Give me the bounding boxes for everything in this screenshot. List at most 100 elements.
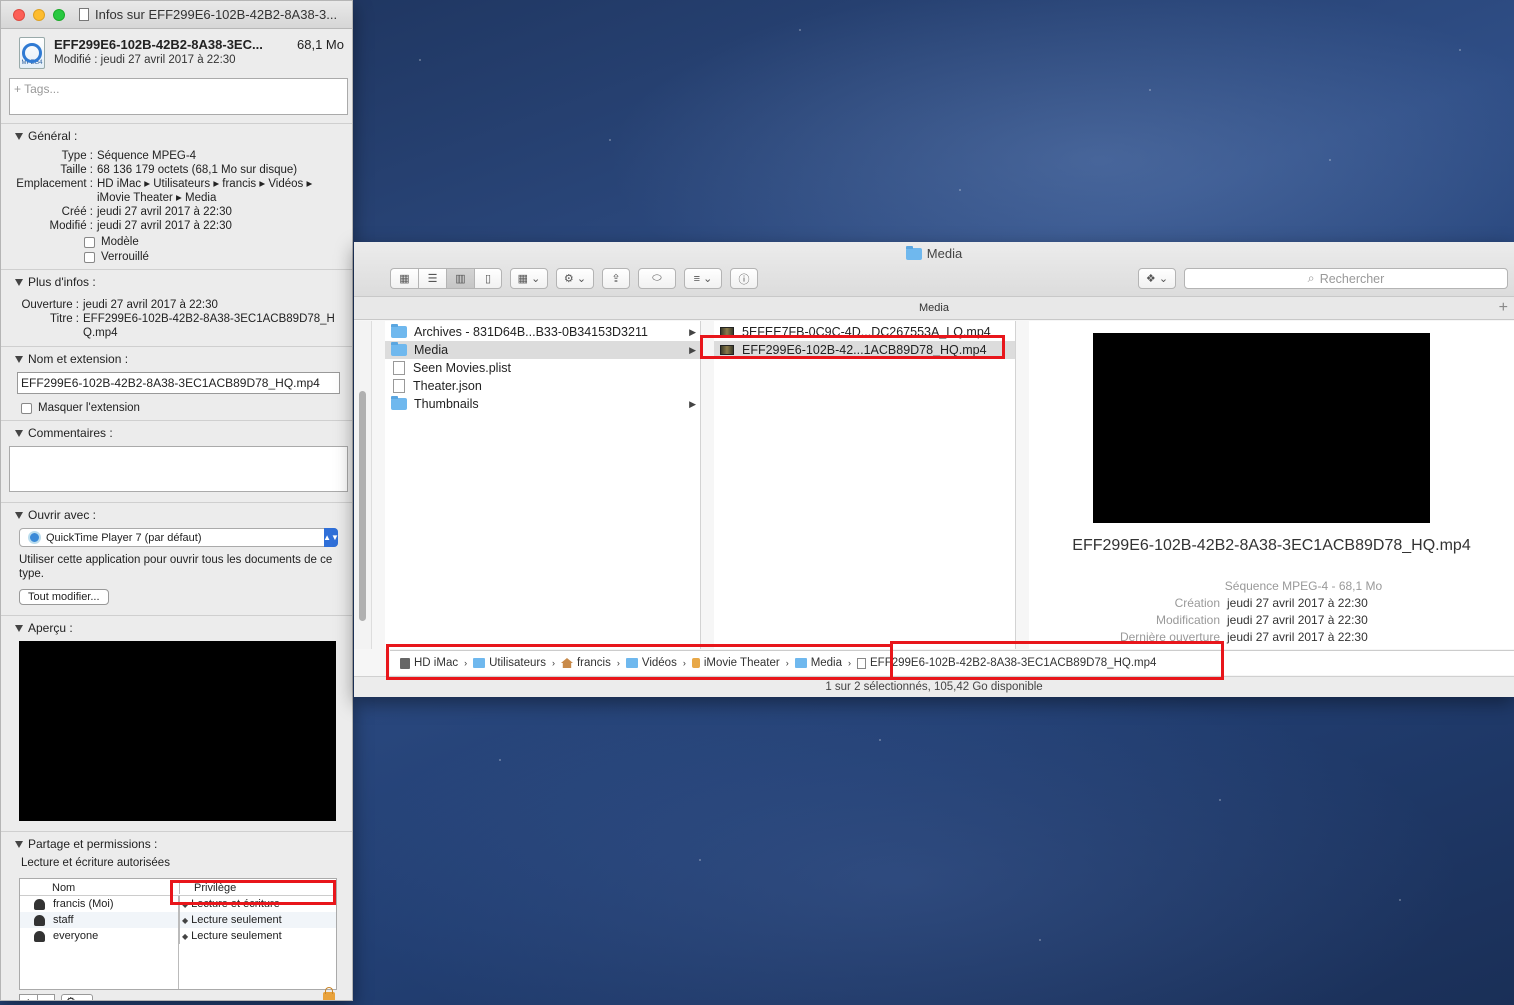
remove-user-button[interactable]: − — [38, 995, 55, 1000]
preview-image — [19, 641, 336, 821]
hard-disk-icon — [400, 657, 410, 669]
arrange-icon[interactable]: ▦ ⌄ — [510, 268, 548, 289]
preview-disclosure[interactable]: Aperçu : — [1, 621, 352, 635]
select-arrows-icon[interactable]: ▲▼ — [323, 528, 339, 547]
general-disclosure[interactable]: Général : — [1, 129, 352, 143]
column-view-icon[interactable]: ▥ — [446, 268, 474, 289]
folder-icon — [391, 396, 407, 410]
type-value: Séquence MPEG-4 — [97, 150, 197, 162]
document-icon — [857, 657, 867, 669]
preview-metadata: Séquence MPEG-4 - 68,1 Mo Création jeudi … — [1029, 579, 1514, 646]
permission-summary: Lecture et écriture autorisées — [21, 857, 170, 869]
close-icon[interactable] — [13, 8, 25, 21]
status-bar: 1 sur 2 sélectionnés, 105,42 Go disponib… — [354, 676, 1514, 697]
file-icon — [393, 379, 405, 393]
section-title: Commentaires : — [28, 426, 113, 440]
disclosure-triangle-icon[interactable] — [15, 132, 23, 140]
column-imovie-theater: Archives - 831D64B...B33-0B34153D3211 ▶ M… — [385, 321, 701, 649]
add-tab-button[interactable]: + — [1499, 297, 1508, 319]
list-item[interactable]: 5EFEE7FB-0C9C-4D...DC267553A_LQ.mp4 — [714, 323, 1015, 341]
list-item[interactable]: Theater.json — [385, 377, 700, 395]
section-title: Nom et extension : — [28, 352, 129, 366]
sort-icon[interactable]: ≡ ⌄ — [684, 268, 722, 289]
list-item[interactable]: EFF299E6-102B-42...1ACB89D78_HQ.mp4 — [714, 341, 1015, 359]
column-browser: Archives - 831D64B...B33-0B34153D3211 ▶ M… — [354, 321, 1514, 649]
comments-field[interactable] — [9, 446, 348, 492]
open-with-app: QuickTime Player 7 (par défaut) — [46, 531, 202, 544]
disclosure-triangle-icon[interactable] — [15, 278, 23, 286]
column-name[interactable]: Nom — [20, 882, 180, 894]
privilege-select[interactable]: ◆ Lecture seulement — [180, 930, 282, 942]
disclosure-triangle-icon[interactable] — [15, 429, 23, 437]
tags-field[interactable]: + Tags... — [9, 78, 348, 115]
search-input[interactable]: ⌕ Rechercher — [1184, 268, 1508, 289]
last-opened-label: Dernière ouverture — [1119, 630, 1220, 644]
type-label: Type : — [61, 150, 93, 162]
comments-disclosure[interactable]: Commentaires : — [1, 426, 352, 440]
path-item-hd[interactable]: HD iMac › — [400, 657, 473, 669]
disclosure-triangle-icon[interactable] — [15, 355, 23, 363]
disclosure-triangle-icon[interactable] — [15, 840, 23, 848]
preview-type: Séquence MPEG-4 - 68,1 Mo — [1224, 579, 1383, 593]
updown-icon: ◆ — [182, 899, 189, 909]
info-titlebar[interactable]: Infos sur EFF299E6-102B-42B2-8A38-3... — [1, 1, 352, 29]
preview-image[interactable] — [1093, 333, 1430, 523]
section-title: Ouvrir avec : — [28, 508, 97, 522]
privilege-value: Lecture seulement — [191, 930, 282, 942]
sharing-disclosure[interactable]: Partage et permissions : — [1, 837, 352, 851]
name-field[interactable]: EFF299E6-102B-42B2-8A38-3EC1ACB89D78_HQ.… — [17, 372, 340, 394]
dropbox-icon[interactable]: ❖ ⌄ — [1138, 268, 1176, 289]
path-item-home[interactable]: francis › — [560, 657, 626, 669]
action-gear-icon[interactable]: ⚙ ⌄ — [556, 268, 594, 289]
coverflow-view-icon[interactable]: ▯ — [474, 268, 502, 289]
modified-line: Modifié : jeudi 27 avril 2017 à 22:30 — [54, 54, 236, 66]
list-item[interactable]: Thumbnails ▶ — [385, 395, 700, 413]
gear-icon[interactable]: ⚙ ⌄ — [61, 994, 93, 1000]
disclosure-triangle-icon[interactable] — [15, 511, 23, 519]
comments-section: Commentaires : — [1, 420, 352, 498]
open-with-disclosure[interactable]: Ouvrir avec : — [1, 508, 352, 522]
list-item[interactable]: Media ▶ — [385, 341, 700, 359]
locked-checkbox[interactable] — [84, 251, 95, 263]
file-icon — [393, 361, 405, 375]
list-view-icon[interactable]: ☰ — [418, 268, 446, 289]
hide-extension-checkbox[interactable] — [21, 402, 32, 414]
open-with-select[interactable]: QuickTime Player 7 (par défaut) ▲▼ — [19, 528, 339, 547]
zoom-icon[interactable] — [53, 8, 65, 21]
disclosure-triangle-icon[interactable] — [15, 624, 23, 632]
path-item-users[interactable]: Utilisateurs › — [473, 657, 561, 669]
add-user-button[interactable]: + — [20, 995, 38, 1000]
column-privilege[interactable]: Privilège — [180, 882, 236, 894]
lock-icon[interactable] — [323, 987, 335, 1000]
file-name: EFF299E6-102B-42B2-8A38-3EC... — [54, 37, 263, 52]
path-label: Utilisateurs — [489, 657, 546, 669]
path-separator: › — [785, 658, 789, 668]
path-item-media[interactable]: Media › — [794, 657, 857, 669]
item-name: Seen Movies.plist — [413, 361, 511, 375]
section-title: Général : — [28, 129, 78, 143]
preview-section: Aperçu : — [1, 615, 352, 827]
list-item[interactable]: Archives - 831D64B...B33-0B34153D3211 ▶ — [385, 323, 700, 341]
section-title: Plus d'infos : — [28, 275, 96, 289]
path-item-imovie[interactable]: iMovie Theater › — [691, 657, 795, 669]
more-info-disclosure[interactable]: Plus d'infos : — [1, 275, 352, 289]
path-item-videos[interactable]: Vidéos › — [625, 657, 692, 669]
file-icon-label: MPEG4 — [21, 60, 43, 66]
template-checkbox[interactable] — [84, 236, 95, 248]
scrollbar[interactable] — [359, 391, 366, 621]
tag-icon[interactable]: ⬭ — [638, 268, 676, 289]
icon-view-icon[interactable]: ▦ — [390, 268, 418, 289]
change-all-button[interactable]: Tout modifier... — [19, 589, 109, 605]
list-item[interactable]: Seen Movies.plist — [385, 359, 700, 377]
info-icon[interactable]: ⓘ — [730, 268, 758, 289]
path-item-file[interactable]: EFF299E6-102B-42B2-8A38-3EC1ACB89D78_HQ.… — [857, 657, 1156, 669]
left-scroll-area — [354, 321, 372, 649]
modification-label: Modification — [1155, 613, 1220, 627]
name-extension-disclosure[interactable]: Nom et extension : — [1, 352, 352, 366]
minimize-icon[interactable] — [33, 8, 45, 21]
share-icon[interactable]: ⇪ — [602, 268, 630, 289]
privilege-select[interactable]: ◆ Lecture seulement — [180, 914, 282, 926]
modified-label: Modifié : — [49, 220, 93, 232]
privilege-select[interactable]: ◆ Lecture et écriture — [180, 898, 280, 910]
column-media: 5EFEE7FB-0C9C-4D...DC267553A_LQ.mp4 EFF2… — [714, 321, 1016, 649]
